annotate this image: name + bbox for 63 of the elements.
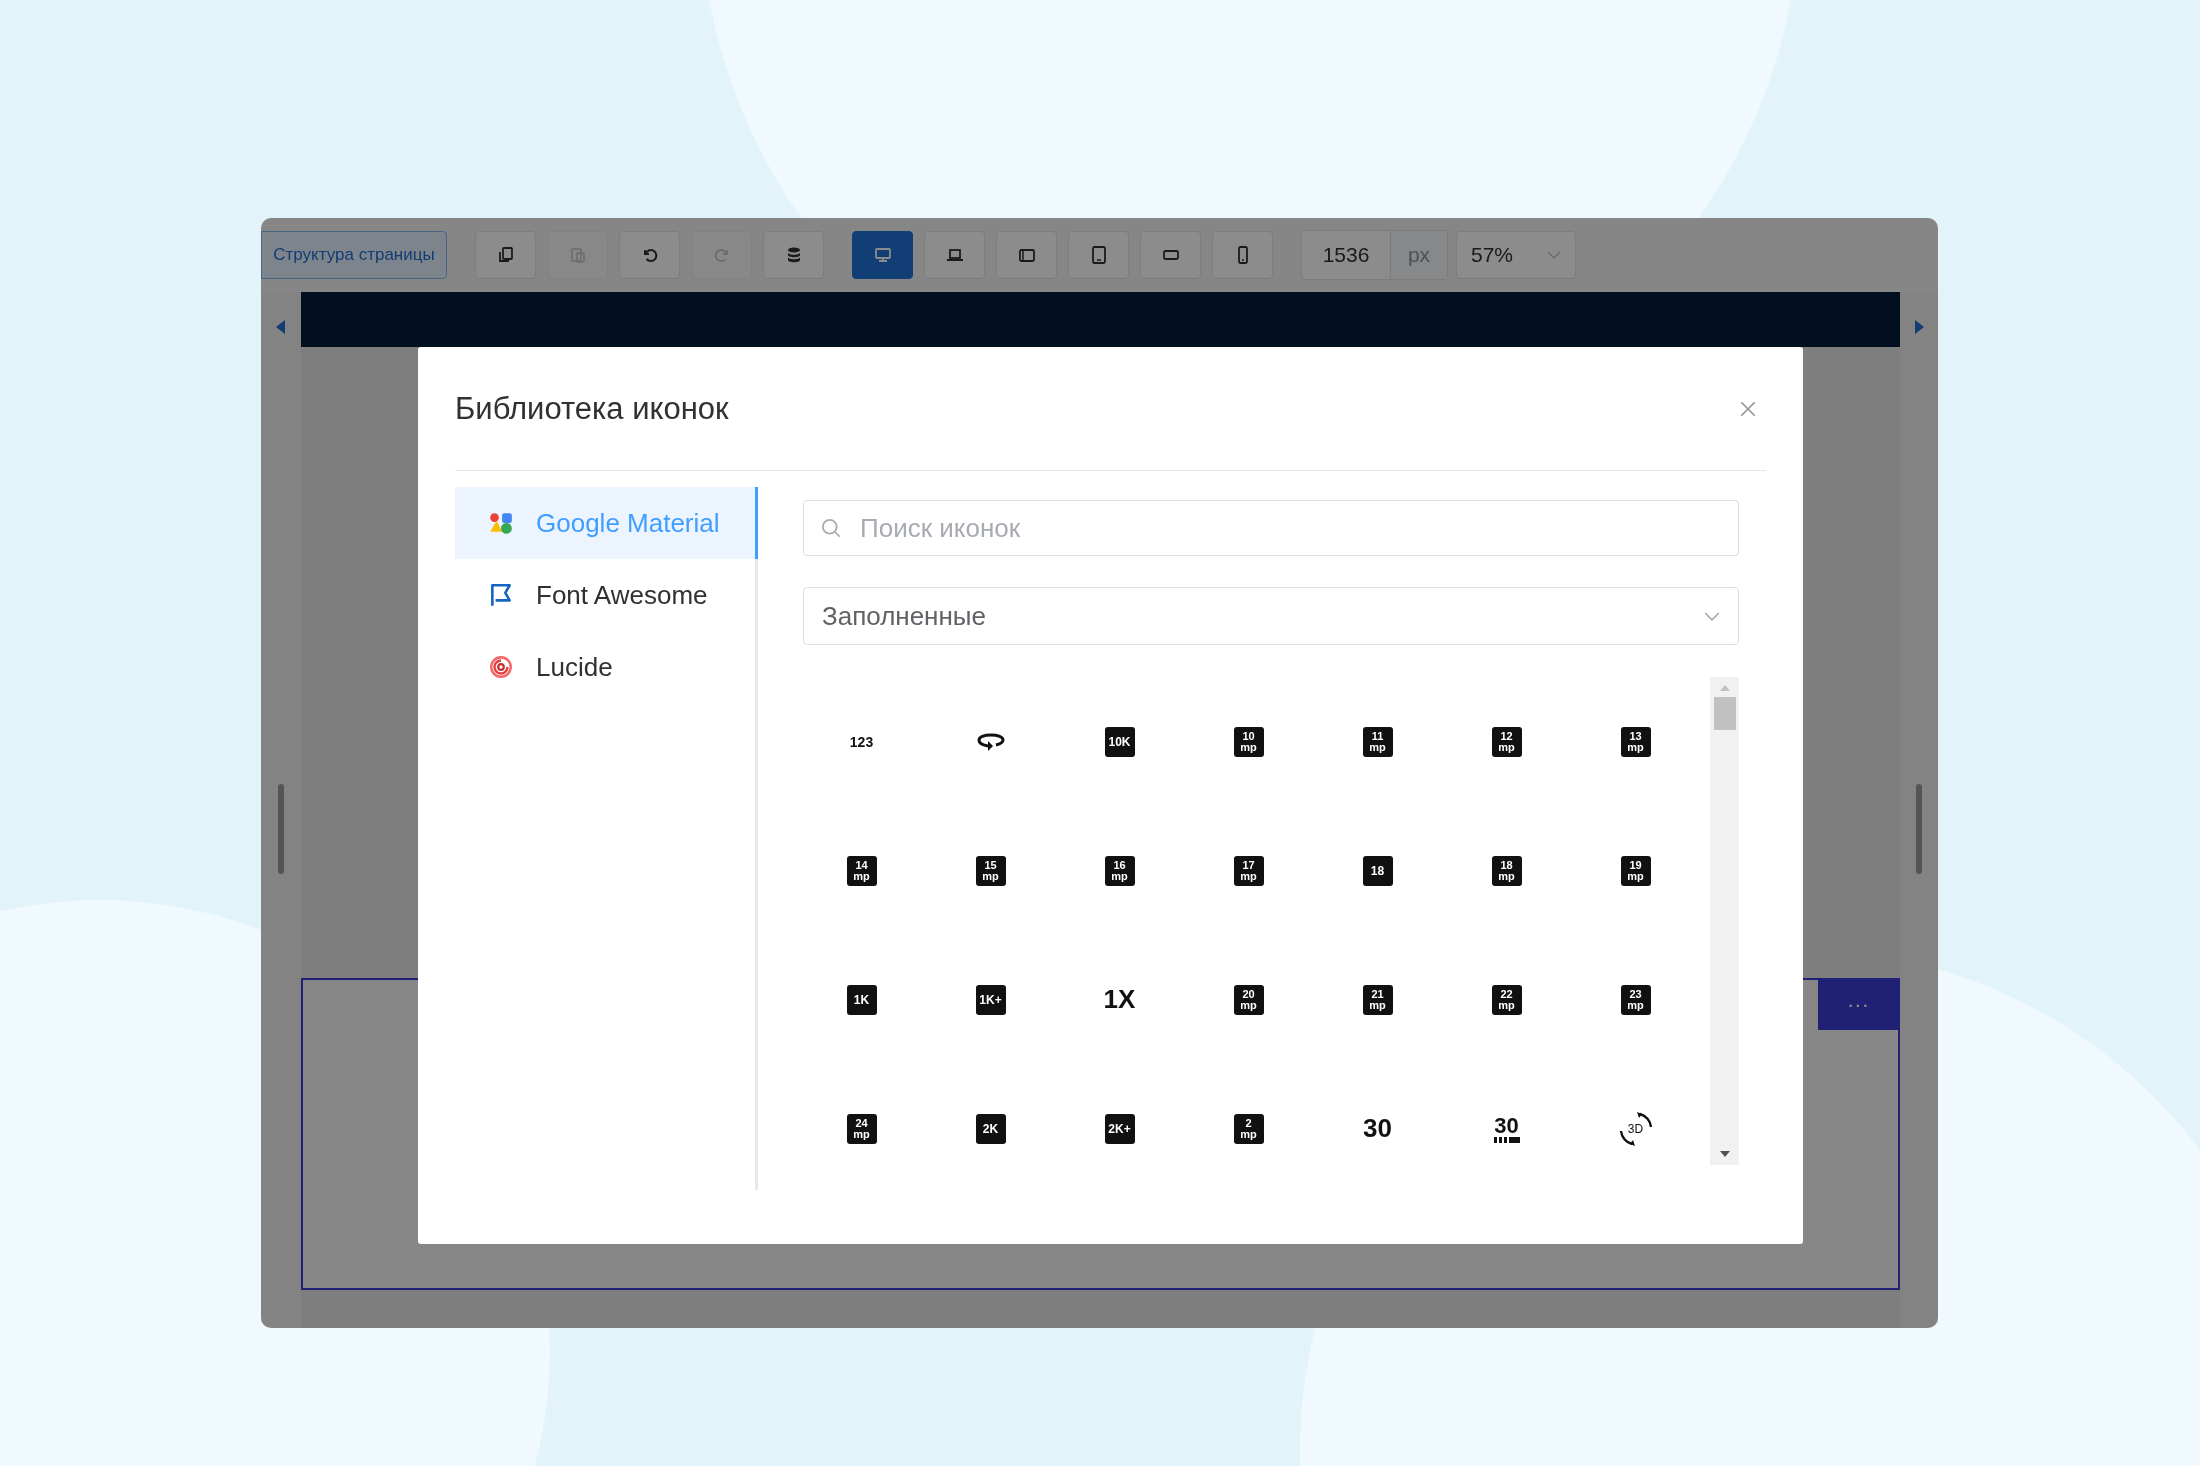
icon-option[interactable]: 10 mp [1233, 726, 1264, 757]
icon-option[interactable]: 2 mp [1233, 1113, 1264, 1144]
search-field[interactable]: Поиск иконок [803, 500, 1739, 556]
icon-option[interactable]: 17 mp [1233, 855, 1264, 886]
desktop-view-button[interactable] [852, 231, 913, 279]
scroll-down-icon[interactable] [1719, 1151, 1730, 1157]
icon-option[interactable]: 24 mp [846, 1113, 877, 1144]
icon-option[interactable]: 18 [1362, 855, 1393, 886]
icon-option[interactable]: 13 mp [1620, 726, 1651, 757]
tablet-landscape-view-button[interactable] [996, 231, 1057, 279]
icon-option[interactable]: 30 [1363, 1113, 1392, 1144]
tablet-view-button[interactable] [1068, 231, 1129, 279]
scrollbar[interactable] [1710, 677, 1739, 1165]
block-menu-button[interactable]: ··· [1818, 980, 1898, 1030]
spiral-logo-icon [488, 654, 514, 680]
icon-option[interactable]: 16 mp [1104, 855, 1135, 886]
flag-icon [488, 582, 514, 608]
icon-style-select[interactable]: Заполненные [803, 587, 1739, 645]
icon-option[interactable]: 14 mp [846, 855, 877, 886]
icon-option[interactable]: 18 mp [1491, 855, 1522, 886]
resize-handle[interactable] [278, 784, 284, 874]
icon-option[interactable]: 22 mp [1491, 984, 1522, 1015]
copy-button[interactable] [475, 231, 536, 279]
width-unit: px [1390, 231, 1447, 279]
width-field[interactable]: 1536 px [1301, 230, 1448, 280]
zoom-value: 57% [1471, 243, 1514, 267]
scrollbar-thumb[interactable] [1713, 697, 1736, 730]
shapes-logo-icon [488, 510, 514, 536]
monitor-icon [872, 245, 893, 265]
phone-view-button[interactable] [1212, 231, 1273, 279]
icon-option[interactable]: 1K [846, 984, 877, 1015]
icon-option[interactable]: 1K+ [975, 984, 1006, 1015]
icon-option[interactable]: 11 mp [1362, 726, 1393, 757]
icon-option[interactable]: 10K [1104, 726, 1135, 757]
chevron-down-icon [1704, 611, 1720, 621]
icon-option[interactable]: 1X [1103, 984, 1136, 1015]
icon-option[interactable]: 2K+ [1104, 1113, 1135, 1144]
icon-option[interactable]: 20 mp [1233, 984, 1264, 1015]
resize-handle[interactable] [1916, 784, 1922, 874]
bars-icon [1493, 1136, 1520, 1143]
rotate-arrow-icon[interactable] [975, 731, 1006, 752]
library-tab[interactable]: Font Awesome [455, 559, 758, 631]
icon-option[interactable]: 23 mp [1620, 984, 1651, 1015]
icon-option[interactable]: 19 mp [1620, 855, 1651, 886]
icon-option[interactable]: 30 [1493, 1114, 1520, 1143]
caret-right-icon[interactable] [1914, 320, 1924, 334]
icon-option[interactable]: 12 mp [1491, 726, 1522, 757]
width-value: 1536 [1321, 242, 1371, 268]
icon-option[interactable]: 21 mp [1362, 984, 1393, 1015]
laptop-view-button[interactable] [924, 231, 985, 279]
zoom-select[interactable]: 57% [1456, 231, 1576, 279]
icon-option[interactable]: 3D [1617, 1110, 1654, 1147]
icon-option[interactable]: 123 [849, 733, 874, 750]
library-tab[interactable]: Lucide [455, 631, 758, 703]
dialog-title: Библиотека иконок [455, 390, 729, 427]
chevron-down-icon [1547, 251, 1561, 259]
database-button[interactable] [763, 231, 824, 279]
icon-option[interactable]: 15 mp [975, 855, 1006, 886]
undo-button[interactable] [619, 231, 680, 279]
icon-option[interactable]: 2K [975, 1113, 1006, 1144]
caret-left-icon[interactable] [276, 320, 286, 334]
phone-landscape-view-button[interactable] [1140, 231, 1201, 279]
close-icon[interactable] [1739, 399, 1757, 418]
